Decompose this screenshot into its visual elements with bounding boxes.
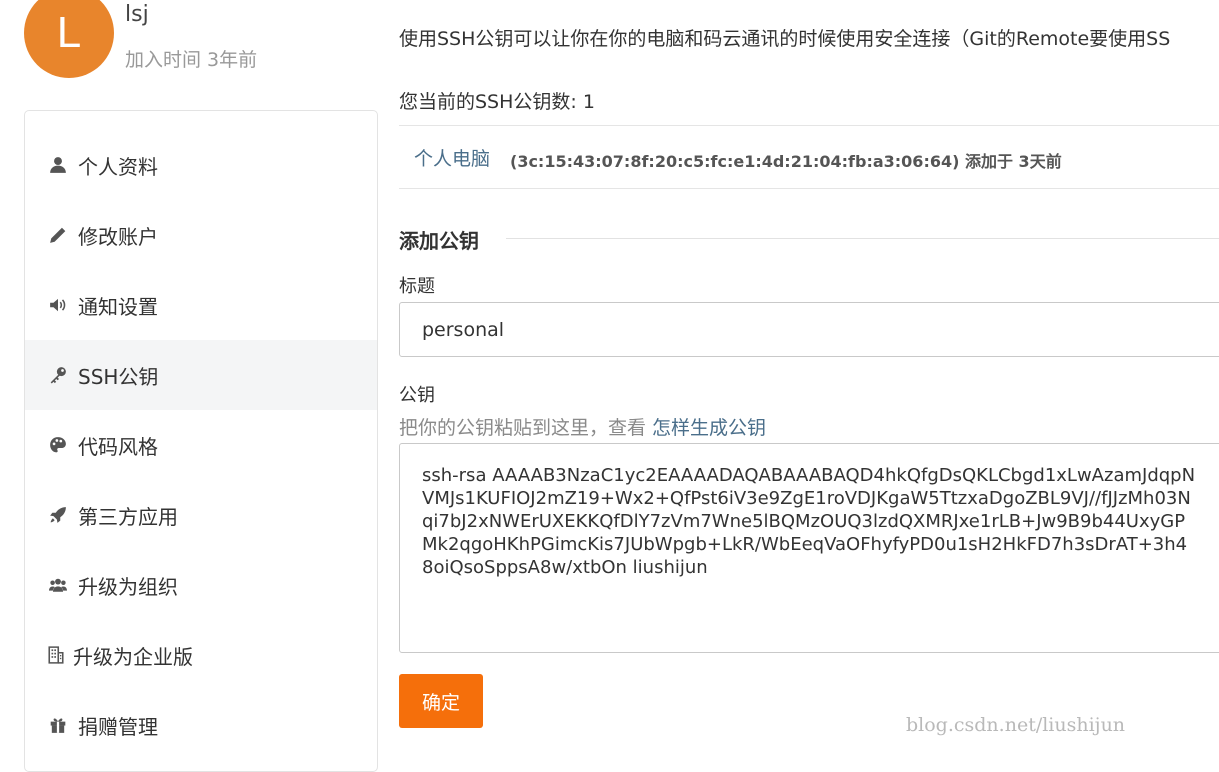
sidebar-item-account[interactable]: 修改账户 [25, 200, 377, 270]
pencil-icon [47, 224, 69, 246]
sidebar-item-label: 捐赠管理 [78, 714, 158, 739]
sidebar-item-label: 第三方应用 [78, 504, 178, 529]
hint-text: 把你的公钥粘贴到这里，查看 [399, 417, 653, 439]
key-icon [47, 364, 69, 386]
join-time: 加入时间 3年前 [125, 49, 258, 71]
sidebar-item-label: 通知设置 [78, 294, 158, 319]
ssh-intro-text: 使用SSH公钥可以让你在你的电脑和码云通讯的时候使用安全连接（Git的Remot… [399, 28, 1171, 50]
key-title-input[interactable] [399, 302, 1219, 357]
sidebar-item-upgrade-enterprise[interactable]: 升级为企业版 [25, 620, 377, 690]
watermark: blog.csdn.net/liushijun [906, 714, 1126, 736]
sidebar-item-label: 修改账户 [78, 224, 158, 249]
sidebar-item-third-party-apps[interactable]: 第三方应用 [25, 480, 377, 550]
sidebar-item-ssh-keys[interactable]: SSH公钥 [25, 340, 377, 410]
gift-icon [47, 714, 69, 736]
sidebar-item-label: 升级为企业版 [73, 644, 193, 669]
public-key-hint: 把你的公钥粘贴到这里，查看 怎样生成公钥 [399, 413, 766, 440]
ssh-key-count: 您当前的SSH公钥数: 1 [399, 91, 595, 113]
rocket-icon [47, 504, 69, 526]
palette-icon [47, 434, 69, 456]
ssh-key-title[interactable]: 个人电脑 [414, 144, 490, 171]
sidebar-item-label: 个人资料 [78, 154, 158, 179]
sidebar-item-label: 代码风格 [78, 434, 158, 459]
public-key-label: 公钥 [399, 385, 435, 406]
user-name[interactable]: lsj [125, 2, 149, 27]
section-divider [506, 238, 1219, 239]
settings-sidebar: 个人资料 修改账户 通知设置 SSH公钥 代码风格 第三方应用 升级为组织 升级… [24, 110, 378, 772]
speaker-icon [47, 294, 69, 316]
sidebar-item-label: 升级为组织 [78, 574, 178, 599]
sidebar-item-notifications[interactable]: 通知设置 [25, 270, 377, 340]
users-icon [47, 574, 69, 596]
submit-button[interactable]: 确定 [399, 674, 483, 728]
sidebar-item-code-style[interactable]: 代码风格 [25, 410, 377, 480]
building-icon [45, 644, 67, 666]
add-key-heading: 添加公钥 [399, 229, 479, 253]
sidebar-item-donations[interactable]: 捐赠管理 [25, 690, 377, 760]
avatar[interactable]: L [24, 0, 114, 78]
user-icon [47, 154, 69, 176]
sidebar-item-profile[interactable]: 个人资料 [25, 130, 377, 200]
how-to-generate-key-link[interactable]: 怎样生成公钥 [652, 417, 766, 439]
ssh-key-fingerprint: (3c:15:43:07:8f:20:c5:fc:e1:4d:21:04:fb:… [510, 152, 1062, 171]
sidebar-item-label: SSH公钥 [78, 364, 159, 389]
title-label: 标题 [399, 276, 435, 297]
public-key-textarea[interactable]: ssh-rsa AAAAB3NzaC1yc2EAAAADAQABAAABAQD4… [399, 443, 1219, 653]
sidebar-item-upgrade-org[interactable]: 升级为组织 [25, 550, 377, 620]
ssh-key-row: 个人电脑 (3c:15:43:07:8f:20:c5:fc:e1:4d:21:0… [399, 125, 1219, 189]
